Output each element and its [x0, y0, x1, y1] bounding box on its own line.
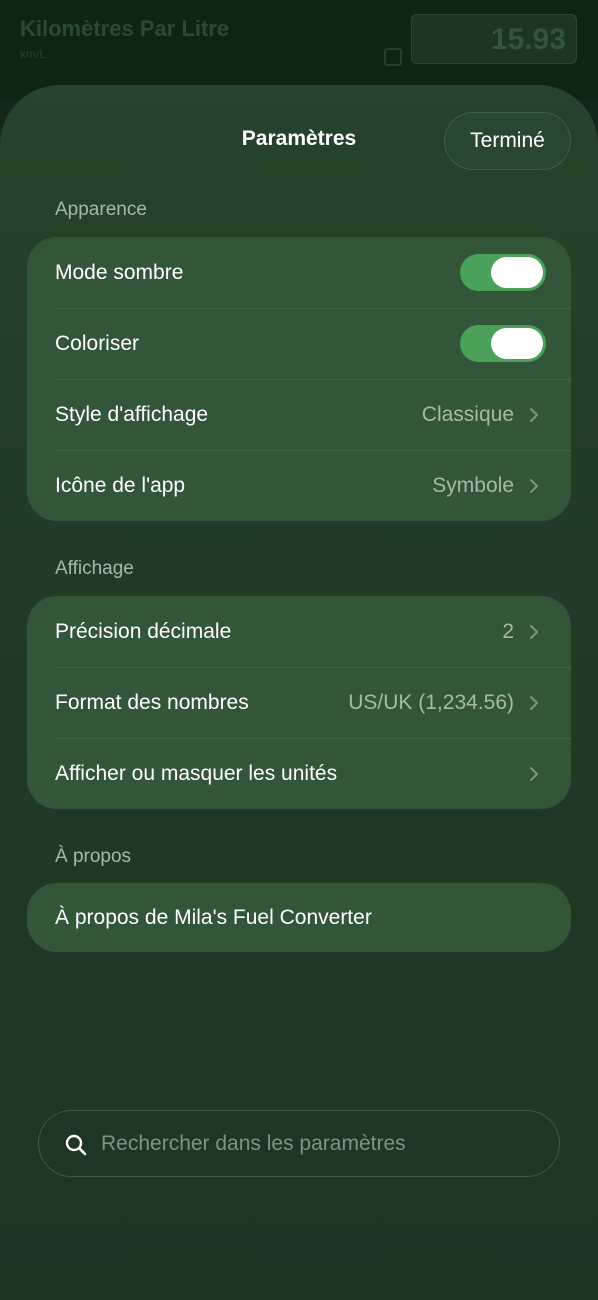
- about-group: À propos de Mila's Fuel Converter: [27, 883, 571, 952]
- row-label: Précision décimale: [55, 620, 232, 643]
- chevron-right-icon: [530, 408, 538, 422]
- appearance-group: Mode sombre Coloriser Style d'affichage …: [27, 237, 571, 521]
- row-label: Format des nombres: [55, 691, 249, 714]
- row-label: Coloriser: [55, 332, 140, 355]
- dark-mode-toggle[interactable]: [460, 254, 546, 291]
- section-header-display: Affichage: [55, 558, 134, 579]
- chevron-right-icon: [530, 767, 538, 781]
- background-copy-icon: [384, 48, 402, 66]
- search-bar[interactable]: [38, 1110, 560, 1177]
- row-value: US/UK (1,234.56): [348, 691, 514, 714]
- row-app-icon[interactable]: Icône de l'app Symbole: [27, 450, 571, 521]
- row-value: 2: [502, 620, 514, 643]
- section-header-appearance: Apparence: [55, 199, 147, 220]
- toggle-knob: [491, 257, 543, 288]
- row-label: Icône de l'app: [55, 474, 186, 497]
- done-button[interactable]: Terminé: [444, 112, 571, 170]
- row-units[interactable]: Afficher ou masquer les unités: [27, 738, 571, 809]
- row-label: Afficher ou masquer les unités: [55, 762, 338, 785]
- chevron-right-icon: [530, 625, 538, 639]
- search-input[interactable]: [101, 1111, 541, 1176]
- row-number-format[interactable]: Format des nombres US/UK (1,234.56): [27, 667, 571, 738]
- row-value: Classique: [421, 403, 514, 426]
- section-header-about: À propos: [55, 846, 132, 867]
- row-about-app[interactable]: À propos de Mila's Fuel Converter: [27, 883, 571, 952]
- background-title: Kilomètres Par Litre: [20, 16, 230, 41]
- display-group: Précision décimale 2 Format des nombres …: [27, 596, 571, 809]
- chevron-right-icon: [530, 479, 538, 493]
- row-label: Style d'affichage: [55, 403, 209, 426]
- row-value: Symbole: [432, 474, 514, 497]
- row-decimal-precision[interactable]: Précision décimale 2: [27, 596, 571, 667]
- colorize-toggle[interactable]: [460, 325, 546, 362]
- row-label: Mode sombre: [55, 261, 184, 284]
- chevron-right-icon: [530, 696, 538, 710]
- background-value-display: 15.93: [411, 14, 577, 64]
- row-label: À propos de Mila's Fuel Converter: [55, 906, 372, 929]
- row-colorize: Coloriser: [27, 308, 571, 379]
- screen: Kilomètres Par Litre km/L 15.93 Paramètr…: [0, 0, 598, 1300]
- toggle-knob: [491, 328, 543, 359]
- row-display-style[interactable]: Style d'affichage Classique: [27, 379, 571, 450]
- row-dark-mode: Mode sombre: [27, 237, 571, 308]
- search-icon: [65, 1134, 87, 1156]
- background-subtitle: km/L: [20, 47, 47, 61]
